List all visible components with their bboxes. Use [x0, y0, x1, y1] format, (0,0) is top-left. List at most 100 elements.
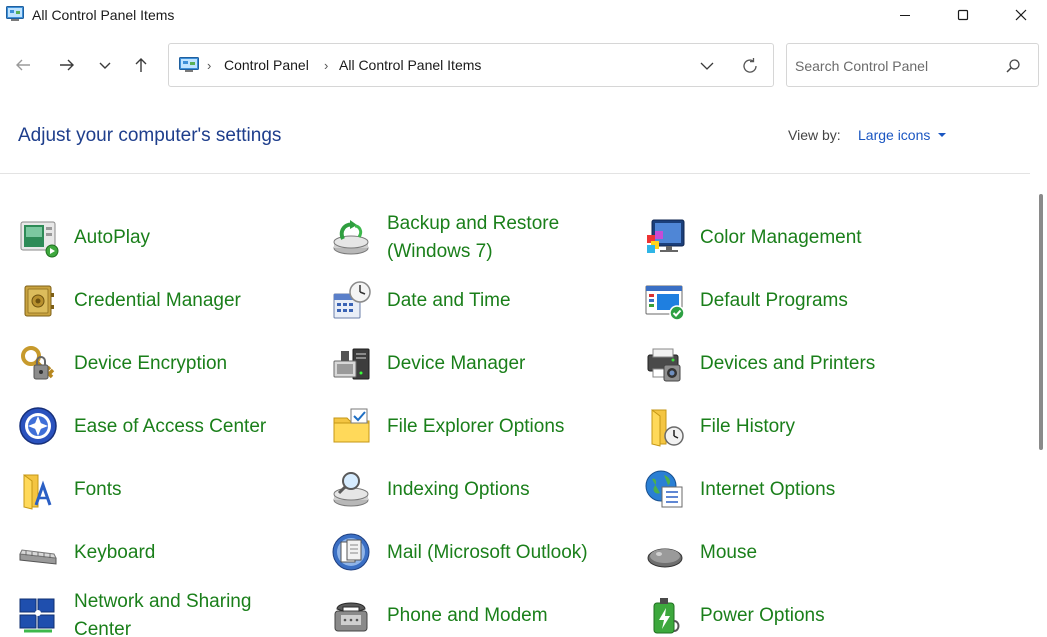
breadcrumb-separator-icon[interactable]: ›	[324, 58, 328, 73]
item-label[interactable]: Device Encryption	[74, 350, 227, 378]
item-date-time[interactable]: Date and Time	[331, 272, 631, 328]
view-by-label: View by:	[788, 127, 841, 143]
item-label[interactable]: Power Options	[700, 602, 825, 630]
keyboard-icon	[19, 549, 57, 565]
network-sharing-icon	[19, 598, 55, 633]
maximize-icon	[957, 9, 969, 21]
item-label[interactable]: File History	[700, 413, 795, 441]
file-history-icon	[651, 409, 684, 447]
item-label[interactable]: Internet Options	[700, 476, 835, 504]
item-network-sharing[interactable]: Network and Sharing Center	[18, 587, 318, 637]
close-button[interactable]	[992, 0, 1047, 30]
phone-modem-icon	[334, 602, 368, 632]
power-options-icon	[653, 598, 680, 634]
mail-icon	[332, 533, 370, 571]
item-label[interactable]: Device Manager	[387, 350, 525, 378]
ease-of-access-icon	[19, 407, 57, 445]
item-mouse[interactable]: Mouse	[644, 524, 944, 580]
item-devices-printers[interactable]: Devices and Printers	[644, 335, 944, 391]
item-label[interactable]: File Explorer Options	[387, 413, 564, 441]
address-bar[interactable]: › Control Panel › All Control Panel Item…	[168, 43, 774, 87]
item-label[interactable]: AutoPlay	[74, 224, 150, 252]
backup-restore-icon	[333, 220, 369, 255]
item-phone-modem[interactable]: Phone and Modem	[331, 587, 631, 637]
item-label[interactable]: Keyboard	[74, 539, 155, 567]
indexing-options-icon	[333, 472, 369, 507]
control-panel-icon	[6, 6, 24, 21]
item-credential-manager[interactable]: Credential Manager	[18, 272, 318, 328]
item-label[interactable]: Network and Sharing Center	[74, 588, 294, 637]
item-keyboard[interactable]: Keyboard	[18, 524, 318, 580]
arrow-right-icon	[60, 59, 74, 71]
item-device-manager[interactable]: Device Manager	[331, 335, 631, 391]
item-file-history[interactable]: File History	[644, 398, 944, 454]
scrollbar-thumb[interactable]	[1039, 194, 1043, 450]
item-power-options[interactable]: Power Options	[644, 587, 944, 637]
credential-manager-icon	[24, 285, 54, 317]
minimize-button[interactable]	[876, 0, 934, 30]
item-fonts[interactable]: Fonts	[18, 461, 318, 517]
item-label[interactable]: Phone and Modem	[387, 602, 548, 630]
search-input[interactable]	[795, 54, 995, 78]
default-programs-icon	[645, 285, 685, 321]
item-file-explorer-options[interactable]: File Explorer Options	[331, 398, 631, 454]
file-explorer-options-icon	[333, 408, 370, 443]
date-time-icon	[333, 281, 371, 319]
item-internet-options[interactable]: Internet Options	[644, 461, 944, 517]
navigation-bar: › Control Panel › All Control Panel Item…	[0, 30, 1047, 100]
recent-locations-button[interactable]	[92, 52, 118, 78]
item-label[interactable]: Ease of Access Center	[74, 413, 266, 441]
view-by-dropdown[interactable]: Large icons	[858, 127, 930, 143]
control-panel-icon	[179, 57, 199, 72]
back-button[interactable]	[10, 52, 36, 78]
item-label[interactable]: Mail (Microsoft Outlook)	[387, 539, 588, 567]
refresh-icon	[743, 58, 757, 73]
item-label[interactable]: Fonts	[74, 476, 122, 504]
arrow-left-icon	[16, 59, 30, 71]
item-mail[interactable]: Mail (Microsoft Outlook)	[331, 524, 631, 580]
autoplay-icon	[20, 221, 59, 258]
item-default-programs[interactable]: Default Programs	[644, 272, 944, 328]
item-label[interactable]: Backup and Restore (Windows 7)	[387, 210, 617, 266]
arrow-up-icon	[135, 58, 147, 72]
fonts-icon	[23, 474, 52, 510]
item-label[interactable]: Color Management	[700, 224, 862, 252]
divider	[0, 173, 1030, 174]
device-encryption-icon	[21, 346, 55, 380]
window-title: All Control Panel Items	[32, 7, 175, 23]
item-label[interactable]: Indexing Options	[387, 476, 530, 504]
page-title: Adjust your computer's settings	[18, 125, 282, 146]
breadcrumb-separator-icon[interactable]: ›	[207, 58, 211, 73]
item-indexing-options[interactable]: Indexing Options	[331, 461, 631, 517]
item-device-encryption[interactable]: Device Encryption	[18, 335, 318, 391]
caret-down-icon[interactable]	[938, 133, 946, 137]
item-label[interactable]: Default Programs	[700, 287, 848, 315]
devices-printers-icon	[647, 348, 681, 382]
mouse-icon	[647, 548, 683, 568]
item-color-management[interactable]: Color Management	[644, 209, 944, 265]
item-autoplay[interactable]: AutoPlay	[18, 209, 318, 265]
device-manager-icon	[333, 348, 370, 380]
internet-options-icon	[645, 470, 683, 508]
item-label[interactable]: Devices and Printers	[700, 350, 875, 378]
close-icon	[1015, 9, 1027, 21]
up-button[interactable]	[128, 52, 154, 78]
title-bar: All Control Panel Items	[0, 0, 1047, 30]
chevron-down-icon	[99, 62, 111, 69]
breadcrumb-all-items[interactable]: All Control Panel Items	[339, 57, 481, 73]
forward-button[interactable]	[54, 52, 80, 78]
chevron-down-icon	[700, 62, 714, 70]
item-label[interactable]: Credential Manager	[74, 287, 241, 315]
address-dropdown-button[interactable]	[697, 58, 717, 74]
search-box[interactable]	[786, 43, 1039, 87]
search-button[interactable]	[1003, 56, 1023, 76]
maximize-button[interactable]	[934, 0, 992, 30]
color-management-icon	[647, 219, 685, 253]
item-ease-of-access[interactable]: Ease of Access Center	[18, 398, 318, 454]
item-label[interactable]: Mouse	[700, 539, 757, 567]
breadcrumb-control-panel[interactable]: Control Panel	[224, 57, 309, 73]
item-backup-restore[interactable]: Backup and Restore (Windows 7)	[331, 209, 631, 265]
refresh-button[interactable]	[739, 55, 761, 77]
item-label[interactable]: Date and Time	[387, 287, 511, 315]
minimize-icon	[900, 15, 910, 16]
